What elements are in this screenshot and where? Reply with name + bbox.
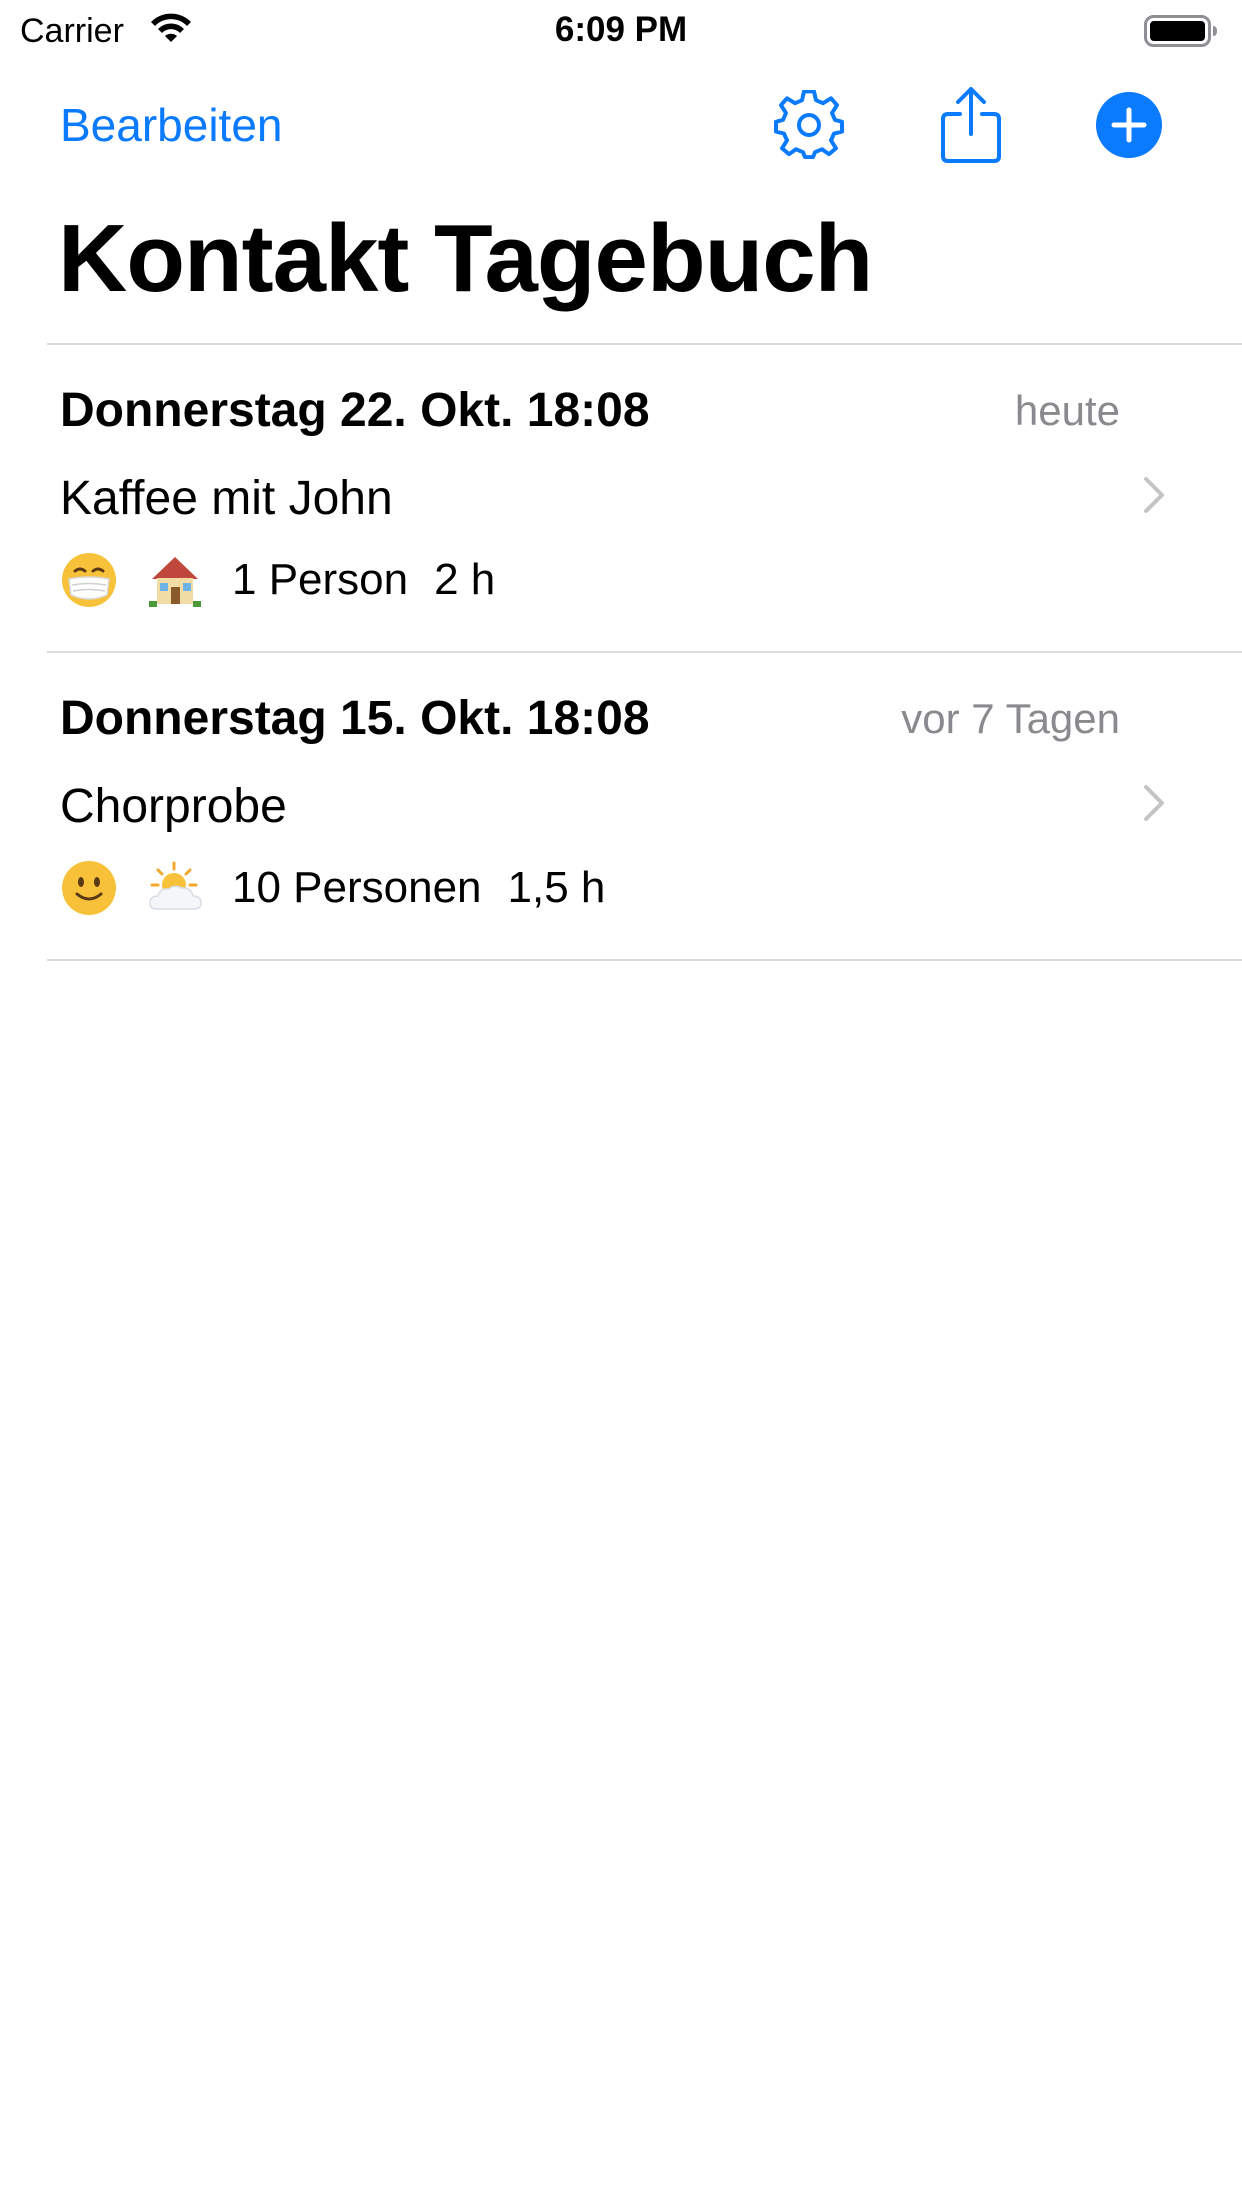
entry-relative-time: heute <box>1014 387 1120 434</box>
status-time: 6:09 PM <box>554 10 688 49</box>
slightly-smiling-face-icon <box>62 861 116 915</box>
entry-meta: 1 Person 2 h <box>60 551 495 609</box>
entry-title: Chorprobe <box>60 780 287 833</box>
entry-duration: 1,5 h <box>507 863 606 912</box>
list-divider <box>47 959 1242 961</box>
entry-meta: 10 Personen 1,5 h <box>60 859 605 917</box>
chevron-right-icon <box>1144 477 1164 513</box>
entry-date: Donnerstag 22. Okt. 18:08 <box>60 384 650 437</box>
share-icon[interactable] <box>938 86 1004 164</box>
entry-title: Kaffee mit John <box>60 472 393 525</box>
entry-persons: 1 Person <box>232 555 409 604</box>
battery-icon <box>1144 15 1217 47</box>
house-icon <box>149 557 201 607</box>
status-bar: Carrier 6:09 PM <box>0 0 1242 60</box>
list-item[interactable]: Donnerstag 22. Okt. 18:08 heute Kaffee m… <box>0 345 1242 645</box>
entry-date: Donnerstag 15. Okt. 18:08 <box>60 692 650 745</box>
settings-icon[interactable] <box>774 90 844 160</box>
face-with-mask-icon <box>62 553 116 607</box>
chevron-right-icon <box>1144 785 1164 821</box>
edit-button[interactable]: Bearbeiten <box>60 98 283 152</box>
add-icon[interactable] <box>1096 92 1162 158</box>
entry-duration: 2 h <box>434 555 496 604</box>
entry-relative-time: vor 7 Tagen <box>901 695 1120 742</box>
list-item[interactable]: Donnerstag 15. Okt. 18:08 vor 7 Tagen Ch… <box>0 653 1242 953</box>
entry-persons: 10 Personen <box>232 863 482 912</box>
page-title: Kontakt Tagebuch <box>58 205 873 312</box>
sun-behind-cloud-icon <box>149 861 202 910</box>
